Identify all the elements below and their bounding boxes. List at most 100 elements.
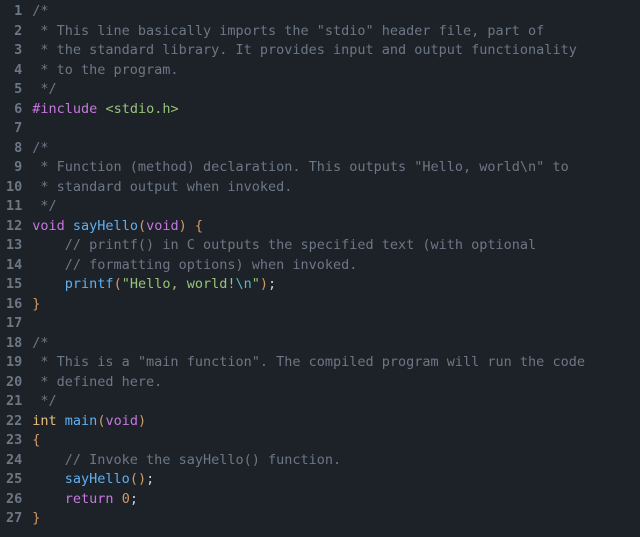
line-number: 7 (6, 119, 22, 139)
token-comment: /* (32, 335, 48, 351)
token-keyword: void (105, 413, 138, 429)
token-punct: ; (268, 276, 276, 292)
line-number: 17 (6, 314, 22, 334)
code-line: } (32, 295, 640, 315)
token-func: sayHello (73, 218, 138, 234)
token-comment: * the standard library. It provides inpu… (32, 42, 577, 58)
code-line: * to the program. (32, 61, 640, 81)
code-line: /* (32, 2, 640, 22)
token-comment: // Invoke the sayHello() function. (65, 452, 341, 468)
token-punct (32, 237, 65, 253)
token-paren: } (32, 510, 40, 526)
token-punct: ; (130, 491, 138, 507)
line-number: 5 (6, 80, 22, 100)
line-number: 27 (6, 509, 22, 529)
code-line: printf("Hello, world!\n"); (32, 275, 640, 295)
token-comment: */ (32, 198, 56, 214)
code-line: #include <stdio.h> (32, 100, 640, 120)
line-number: 26 (6, 490, 22, 510)
token-punct (114, 491, 122, 507)
token-punct (65, 218, 73, 234)
token-paren: ) (138, 413, 146, 429)
token-comment: /* (32, 3, 48, 19)
token-punct: ; (146, 471, 154, 487)
token-comment: /* (32, 140, 48, 156)
line-number-gutter: 1234567891011121314151617181920212223242… (0, 2, 32, 529)
token-comment: */ (32, 81, 56, 97)
token-punct (32, 276, 65, 292)
token-string: "Hello, world! (122, 276, 236, 292)
line-number: 6 (6, 100, 22, 120)
line-number: 3 (6, 41, 22, 61)
code-line: void sayHello(void) { (32, 217, 640, 237)
code-line: int main(void) (32, 412, 640, 432)
line-number: 19 (6, 353, 22, 373)
line-number: 20 (6, 373, 22, 393)
line-number: 22 (6, 412, 22, 432)
line-number: 12 (6, 217, 22, 237)
code-line: * defined here. (32, 373, 640, 393)
code-area: /* * This line basically imports the "st… (32, 2, 640, 529)
token-punct (32, 471, 65, 487)
code-line: /* (32, 139, 640, 159)
line-number: 10 (6, 178, 22, 198)
code-line: * the standard library. It provides inpu… (32, 41, 640, 61)
token-type: int (32, 413, 56, 429)
token-func: sayHello (65, 471, 130, 487)
line-number: 14 (6, 256, 22, 276)
token-paren: { (32, 432, 40, 448)
code-line: * Function (method) declaration. This ou… (32, 158, 640, 178)
token-escape: \n (236, 276, 252, 292)
line-number: 4 (6, 61, 22, 81)
code-line: * standard output when invoked. (32, 178, 640, 198)
token-include: <stdio.h> (105, 101, 178, 117)
token-paren: ) (260, 276, 268, 292)
line-number: 18 (6, 334, 22, 354)
token-punct (57, 413, 65, 429)
token-comment: * to the program. (32, 62, 178, 78)
code-line: } (32, 509, 640, 529)
token-paren: ( (138, 218, 146, 234)
code-line: sayHello(); (32, 470, 640, 490)
token-keyword: return (65, 491, 114, 507)
code-line (32, 314, 640, 334)
code-line: * This line basically imports the "stdio… (32, 22, 640, 42)
token-punct (32, 491, 65, 507)
token-comment: * standard output when invoked. (32, 179, 292, 195)
line-number: 23 (6, 431, 22, 451)
token-punct (32, 452, 65, 468)
code-line: // printf() in C outputs the specified t… (32, 236, 640, 256)
code-line (32, 119, 640, 139)
line-number: 11 (6, 197, 22, 217)
line-number: 25 (6, 470, 22, 490)
line-number: 13 (6, 236, 22, 256)
token-paren: ) (179, 218, 187, 234)
line-number: 8 (6, 139, 22, 159)
token-comment: * defined here. (32, 374, 162, 390)
token-comment: // printf() in C outputs the specified t… (65, 237, 536, 253)
token-comment: * This line basically imports the "stdio… (32, 23, 544, 39)
line-number: 21 (6, 392, 22, 412)
token-punct (187, 218, 195, 234)
token-func: printf (65, 276, 114, 292)
code-line: */ (32, 197, 640, 217)
code-line: * This is a "main function". The compile… (32, 353, 640, 373)
code-line: return 0; (32, 490, 640, 510)
token-func: main (65, 413, 98, 429)
token-comment: * Function (method) declaration. This ou… (32, 159, 568, 175)
token-number: 0 (122, 491, 130, 507)
token-paren: () (130, 471, 146, 487)
code-line: */ (32, 80, 640, 100)
code-line: // formatting options) when invoked. (32, 256, 640, 276)
token-comment: */ (32, 393, 56, 409)
token-paren: } (32, 296, 40, 312)
token-string: " (252, 276, 260, 292)
token-comment: // formatting options) when invoked. (65, 257, 358, 273)
line-number: 2 (6, 22, 22, 42)
code-editor: 1234567891011121314151617181920212223242… (0, 0, 640, 537)
line-number: 1 (6, 2, 22, 22)
code-line: // Invoke the sayHello() function. (32, 451, 640, 471)
line-number: 16 (6, 295, 22, 315)
token-paren: ( (114, 276, 122, 292)
code-line: { (32, 431, 640, 451)
